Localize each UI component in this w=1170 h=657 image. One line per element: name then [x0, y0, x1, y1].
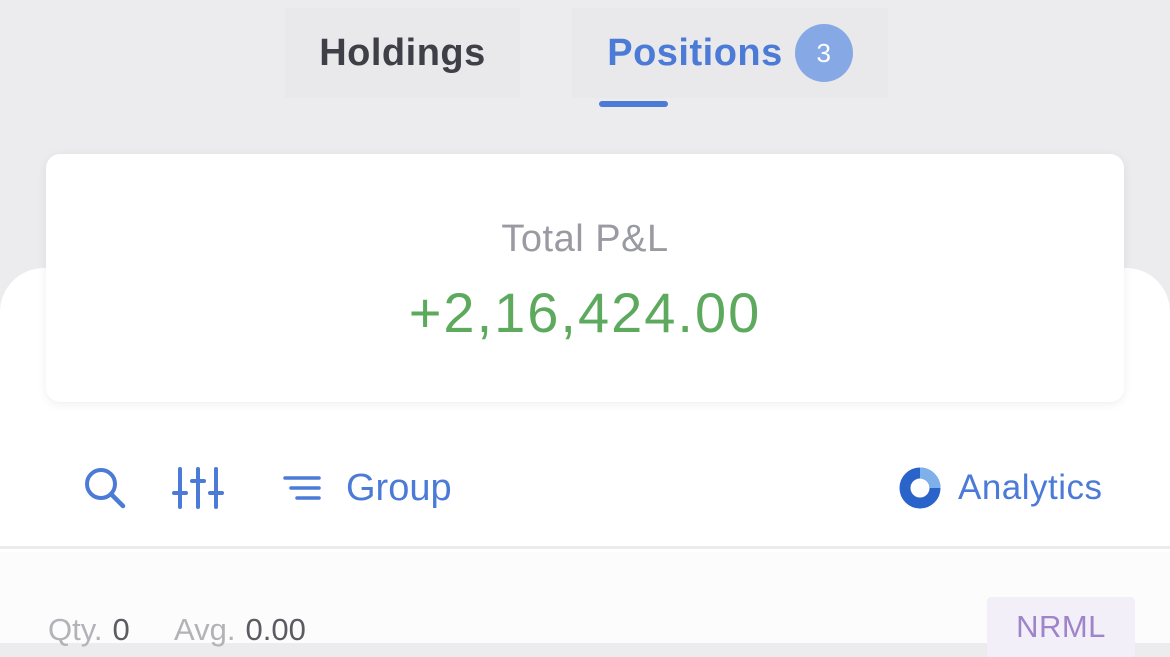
total-pnl-label: Total P&L	[501, 218, 669, 260]
group-label: Group	[346, 466, 452, 509]
tab-positions[interactable]: Positions 3	[572, 8, 888, 98]
positions-count-badge: 3	[794, 24, 853, 82]
tab-holdings[interactable]: Holdings	[285, 8, 520, 98]
tab-bar: Holdings Positions 3	[0, 0, 1170, 130]
toolbar-divider	[0, 546, 1170, 549]
group-button[interactable]: Group	[282, 462, 452, 514]
qty-value: 0	[112, 612, 130, 647]
donut-chart-icon	[899, 467, 941, 509]
active-tab-indicator	[599, 101, 668, 107]
avg-label: Avg.	[174, 612, 236, 647]
qty-label: Qty.	[48, 612, 103, 647]
product-type-badge: NRML	[987, 597, 1135, 657]
tab-holdings-label: Holdings	[319, 31, 486, 74]
filter-button[interactable]	[172, 465, 224, 511]
search-icon	[85, 468, 126, 509]
list-icon	[283, 476, 321, 500]
tab-positions-label: Positions	[607, 31, 783, 74]
analytics-button[interactable]: Analytics	[898, 462, 1103, 514]
total-pnl-card	[46, 154, 1124, 402]
analytics-label: Analytics	[958, 468, 1103, 507]
search-button[interactable]	[82, 465, 128, 511]
sliders-icon	[172, 467, 224, 509]
total-pnl-value: +2,16,424.00	[408, 281, 762, 344]
avg-value: 0.00	[245, 612, 306, 647]
